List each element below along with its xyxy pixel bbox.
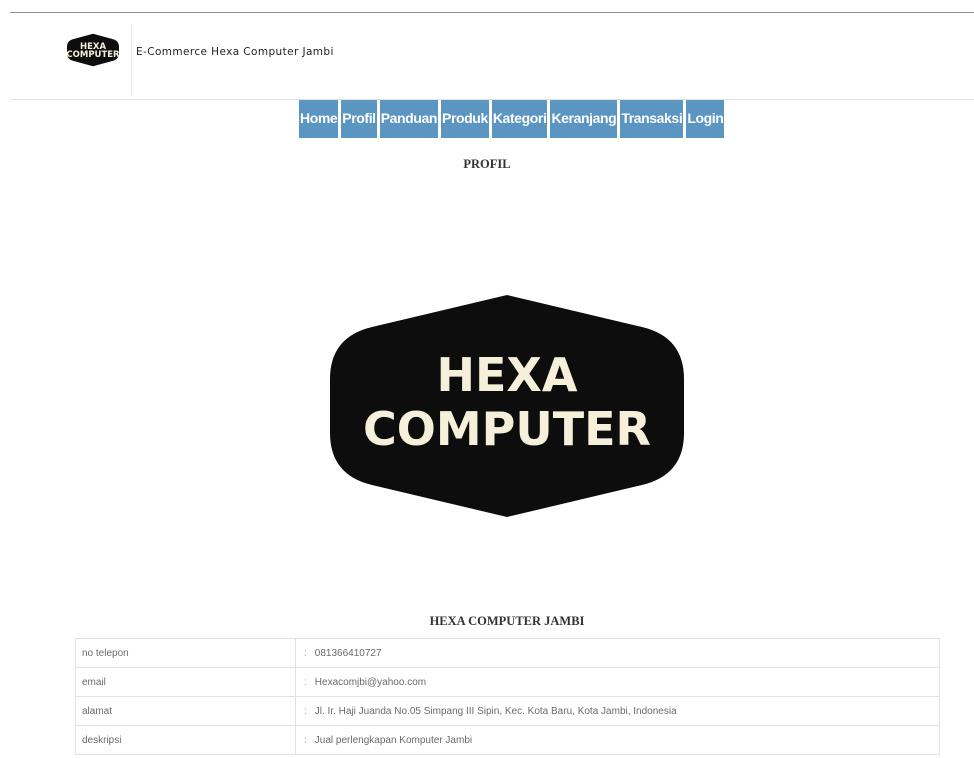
table-row: no telepon : 081366410727 — [75, 638, 940, 668]
header-logo-line-2: COMPUTER — [67, 50, 119, 60]
info-separator: : — [294, 638, 309, 668]
info-key: deskripsi — [75, 725, 296, 755]
header-divider — [131, 24, 132, 96]
site-title: E-Commerce Hexa Computer Jambi — [136, 46, 334, 58]
page-title: PROFIL — [463, 157, 511, 171]
info-key: email — [75, 667, 296, 697]
site-header: HEXA COMPUTER E-Commerce Hexa Computer J… — [10, 13, 974, 100]
nav-login[interactable]: Login — [686, 100, 725, 138]
header-logo[interactable]: HEXA COMPUTER — [67, 32, 119, 68]
nav-profil[interactable]: Profil — [341, 100, 377, 138]
table-row: email : Hexacomjbi@yahoo.com — [75, 667, 940, 697]
info-value: 081366410727 — [308, 638, 940, 668]
info-separator: : — [294, 725, 309, 755]
nav-panduan[interactable]: Panduan — [379, 100, 439, 138]
company-logo-line-2: COMPUTER — [363, 402, 651, 456]
info-separator: : — [294, 696, 309, 726]
company-name: HEXA COMPUTER JAMBI — [429, 614, 585, 628]
info-key: alamat — [75, 696, 296, 726]
info-value: Hexacomjbi@yahoo.com — [308, 667, 940, 697]
nav-produk[interactable]: Produk — [441, 100, 489, 138]
info-separator: : — [294, 667, 309, 697]
nav-keranjang[interactable]: Keranjang — [550, 100, 618, 138]
nav-transaksi[interactable]: Transaksi — [620, 100, 684, 138]
company-logo: HEXA COMPUTER — [330, 295, 684, 517]
info-key: no telepon — [75, 638, 296, 668]
nav-home[interactable]: Home — [299, 100, 339, 138]
info-value: Jual perlengkapan Komputer Jambi — [308, 725, 940, 755]
table-row: alamat : Jl. Ir. Haji Juanda No.05 Simpa… — [75, 696, 940, 726]
company-info-table: no telepon : 081366410727 email : Hexaco… — [75, 638, 940, 755]
nav-kategori[interactable]: Kategori — [491, 100, 548, 138]
main-nav: Home Profil Panduan Produk Kategori Kera… — [299, 100, 725, 138]
company-logo-line-1: HEXA — [437, 348, 578, 402]
table-row: deskripsi : Jual perlengkapan Komputer J… — [75, 725, 940, 755]
page: HEXA COMPUTER E-Commerce Hexa Computer J… — [0, 0, 974, 758]
info-value: Jl. Ir. Haji Juanda No.05 Simpang III Si… — [308, 696, 940, 726]
